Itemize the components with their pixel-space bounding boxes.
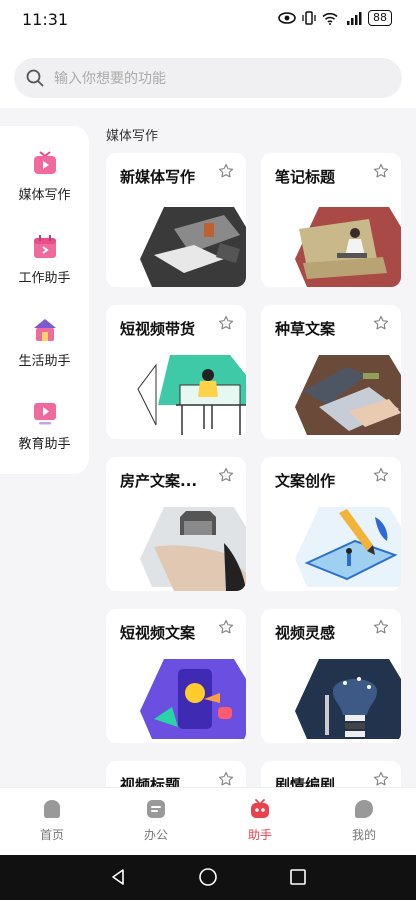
star-icon[interactable] [218,619,234,635]
star-icon[interactable] [373,315,389,331]
tab-home[interactable]: 首页 [17,798,87,843]
star-icon[interactable] [218,315,234,331]
sidebar-item-label: 生活助手 [18,354,71,369]
search-input[interactable]: 输入你想要的功能 [14,58,402,98]
tv-icon [33,151,56,174]
tool-card-short-video-copy[interactable]: 短视频文案 [106,609,246,743]
sidebar-item-work-assistant[interactable]: 工作助手 [0,233,89,286]
star-icon[interactable] [373,771,389,787]
tool-card-real-estate-copy[interactable]: 房产文案... [106,457,246,591]
system-nav-bar [0,855,416,900]
tool-card-note-title[interactable]: 笔记标题 [261,153,401,287]
document-icon [147,800,165,818]
tool-card-short-video-sales[interactable]: 短视频带货 [106,305,246,439]
sidebar-item-media-writing[interactable]: 媒体写作 [0,150,89,203]
tab-label: 我的 [351,828,376,842]
tab-label: 助手 [247,828,272,842]
bottom-nav: 首页 办公 助手 我的 [0,787,416,855]
back-icon[interactable] [108,867,128,887]
card-title: 短视频带货 [120,320,196,338]
sidebar-item-label: 媒体写作 [18,188,71,203]
profile-icon [355,800,373,818]
card-title: 种草文案 [275,320,336,338]
status-time: 11:31 [22,10,69,29]
desk-photo [140,207,246,287]
category-sidebar: 媒体写作 工作助手 生活助手 教育助手 [0,126,89,474]
sidebar-item-life-assistant[interactable]: 生活助手 [0,316,89,369]
card-title: 新媒体写作 [120,168,196,186]
laptop-photo [295,355,401,435]
section-title: 媒体写作 [106,129,159,144]
card-title: 房产文案... [120,472,198,490]
eye-icon [278,12,296,24]
recents-icon[interactable] [288,867,308,887]
lightbulb-illustration [295,659,401,739]
star-icon[interactable] [218,771,234,787]
search-icon [26,69,44,87]
house-in-hand-photo [140,507,246,591]
reading-illustration [295,207,401,287]
sidebar-item-label: 工作助手 [18,271,71,286]
sidebar-item-education-assistant[interactable]: 教育助手 [0,399,89,452]
tool-card-recommendation-copy[interactable]: 种草文案 [261,305,401,439]
card-title: 视频灵感 [275,624,336,642]
star-icon[interactable] [373,467,389,483]
star-icon[interactable] [218,467,234,483]
play-icon [33,403,56,425]
tab-mine[interactable]: 我的 [329,798,399,843]
home-circle-icon[interactable] [198,867,218,887]
card-title: 短视频文案 [120,624,196,642]
tab-assistant[interactable]: 助手 [225,798,295,843]
tool-card-video-inspiration[interactable]: 视频灵感 [261,609,401,743]
tool-card-new-media-writing[interactable]: 新媒体写作 [106,153,246,287]
star-icon[interactable] [373,619,389,635]
wifi-icon [322,12,338,25]
phone-illustration [140,659,246,739]
pencil-illustration [295,507,401,587]
star-icon[interactable] [373,163,389,179]
card-title: 笔记标题 [275,168,336,186]
tab-label: 办公 [143,828,168,842]
search-placeholder: 输入你想要的功能 [54,71,166,87]
desk-illustration [137,355,246,435]
search-area: 输入你想要的功能 [0,40,416,108]
tool-card-copywriting[interactable]: 文案创作 [261,457,401,591]
card-title: 文案创作 [275,472,336,490]
status-icons: 88 [278,10,392,26]
battery-indicator: 88 [368,10,392,26]
sidebar-item-label: 教育助手 [18,437,71,452]
calendar-icon [33,235,56,258]
vibrate-icon [302,11,316,25]
robot-icon [251,799,269,818]
tab-label: 首页 [39,828,64,842]
status-bar: 11:31 88 [0,0,416,40]
house-icon [33,319,56,341]
home-icon [44,800,60,818]
tab-office[interactable]: 办公 [121,798,191,843]
star-icon[interactable] [218,163,234,179]
signal-icon [347,11,362,25]
